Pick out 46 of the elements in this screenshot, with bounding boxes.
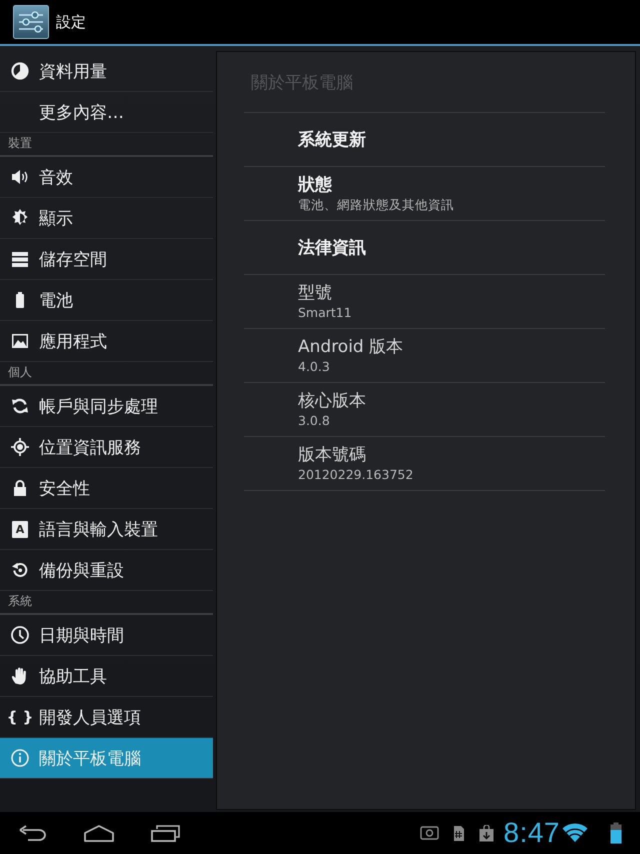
- sidebar-item[interactable]: 更多內容…: [0, 92, 213, 133]
- back-icon: [19, 825, 47, 841]
- info-icon: [10, 748, 30, 768]
- section-header: 系統: [0, 591, 213, 615]
- sd-card-icon: [452, 824, 464, 842]
- section-header: 裝置: [0, 133, 213, 157]
- battery-icon: [610, 822, 622, 844]
- pie-chart-icon: [10, 61, 30, 81]
- wifi-icon: [562, 823, 588, 843]
- restore-icon: [10, 560, 30, 580]
- sidebar-item[interactable]: 位置資訊服務: [0, 427, 213, 468]
- sidebar-item[interactable]: 安全性: [0, 468, 213, 509]
- sidebar-item[interactable]: 資料用量: [0, 51, 213, 92]
- home-icon: [84, 824, 114, 842]
- letter-key-icon: A: [12, 520, 28, 538]
- sidebar-item[interactable]: A 語言與輸入裝置: [0, 509, 213, 550]
- sidebar-item[interactable]: 日期與時間: [0, 615, 213, 656]
- clock-icon: [10, 625, 30, 645]
- sidebar-item[interactable]: 顯示: [0, 198, 213, 239]
- sidebar-item[interactable]: 帳戶與同步處理: [0, 386, 213, 427]
- app-title: 設定: [56, 12, 86, 32]
- braces-icon: { }: [6, 710, 34, 724]
- preference-item[interactable]: 狀態 電池、網路狀態及其他資訊: [244, 167, 605, 221]
- preference-item[interactable]: 型號 Smart11: [244, 275, 605, 329]
- sidebar-item[interactable]: 備份與重設: [0, 550, 213, 591]
- sidebar-item[interactable]: 音效: [0, 157, 213, 198]
- recent-apps-icon: [150, 824, 180, 842]
- preference-item[interactable]: 核心版本 3.0.8: [244, 383, 605, 437]
- preference-item[interactable]: 版本號碼 20120229.163752: [244, 437, 605, 491]
- sidebar-item[interactable]: 應用程式: [0, 321, 213, 362]
- status-clock: 8:47: [504, 819, 560, 847]
- preference-item[interactable]: Android 版本 4.0.3: [244, 329, 605, 383]
- settings-icon[interactable]: [13, 5, 49, 39]
- speaker-icon: [10, 167, 30, 187]
- sidebar-item[interactable]: 協助工具: [0, 656, 213, 697]
- preference-item[interactable]: 法律資訊: [244, 221, 605, 275]
- storage-icon: [10, 249, 30, 269]
- download-icon: [478, 824, 494, 842]
- target-icon: [10, 437, 30, 457]
- sync-icon: [10, 396, 30, 416]
- camera-icon: [420, 826, 438, 840]
- section-header: 個人: [0, 362, 213, 386]
- sidebar-item[interactable]: 電池: [0, 280, 213, 321]
- preference-item[interactable]: 系統更新: [244, 113, 605, 167]
- image-icon: [10, 331, 30, 351]
- sidebar-item[interactable]: 儲存空間: [0, 239, 213, 280]
